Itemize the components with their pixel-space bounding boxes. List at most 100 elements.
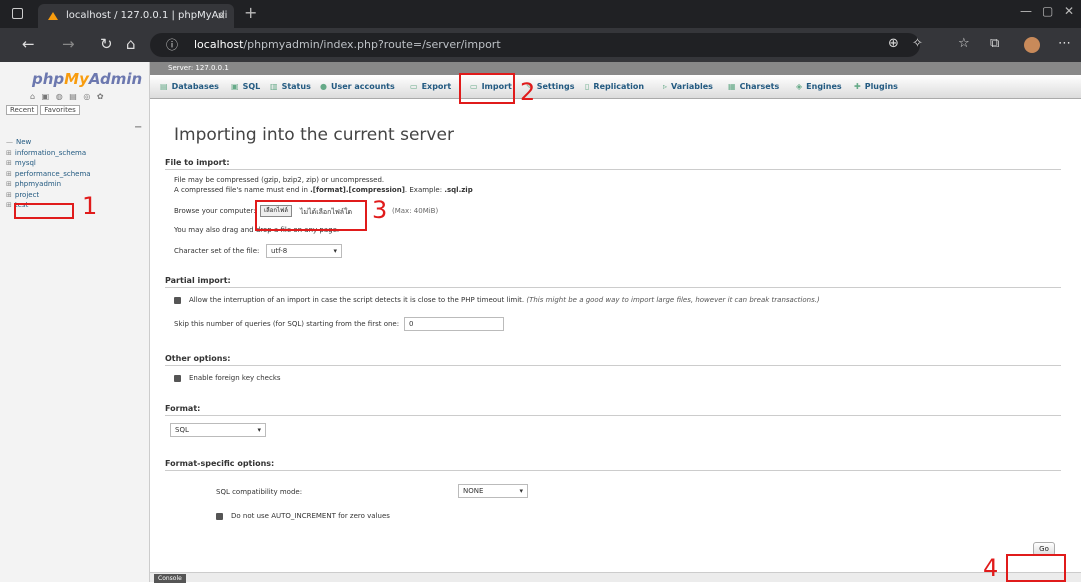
favorites-tab[interactable]: Favorites [40,105,80,115]
tab-label: Settings [536,82,575,91]
forward-icon[interactable]: → [62,35,75,53]
browser-toolbar: ← → ↻ ⌂ ⓘ localhost/phpmyadmin/index.php… [0,28,1081,62]
tab-label: Variables [671,82,713,91]
tab-user-accounts[interactable]: ● User accounts [320,75,395,99]
tab-label: Status [281,82,311,91]
annotation-number-3: 3 [372,196,388,224]
recent-tab[interactable]: Recent [6,105,39,115]
tree-item-performance-schema[interactable]: ⊞ performance_schema [6,170,91,181]
tab-close-icon[interactable]: × [217,4,226,28]
tab-replication[interactable]: ▯ Replication [585,75,644,99]
tree-expander-icon[interactable]: ⊞ [6,149,12,157]
export-icon: ▭ [410,82,418,91]
allow-interrupt-checkbox[interactable] [174,296,181,304]
nav-quick-icons[interactable]: ⌂ ▣ ◍ ▤ ◎ ✿ [30,92,106,101]
tab-actions-icon[interactable] [12,8,23,19]
annotation-number-4: 4 [983,554,999,582]
collections-icon[interactable]: ⧉ [990,36,999,51]
tree-item-project[interactable]: ⊞ project [6,191,91,202]
status-icon: ▥ [270,82,278,91]
partial-section-heading: Partial import: [165,276,1061,288]
address-bar[interactable]: ⓘ localhost/phpmyadmin/index.php?route=/… [150,33,920,57]
tree-expander-icon[interactable]: ⊞ [6,180,12,188]
tree-item-mysql[interactable]: ⊞ mysql [6,159,91,170]
format-value: SQL [175,426,189,434]
annotation-box-1 [14,203,74,219]
tree-item-label: performance_schema [14,169,91,178]
compression-note: File may be compressed (gzip, bzip2, zip… [174,176,385,184]
logo-part: My [64,70,89,88]
compat-mode-select[interactable]: NONE ▾ [458,484,528,498]
zoom-icon[interactable]: ⊕ [888,36,899,51]
favorites-icon[interactable]: ☆ [958,36,970,51]
tab-engines[interactable]: ◈ Engines [796,75,842,99]
tree-item-information-schema[interactable]: ⊞ information_schema [6,149,91,160]
minimize-icon[interactable]: — [1020,4,1032,18]
logo-part: php [32,70,65,88]
maximize-icon[interactable]: ▢ [1042,4,1053,18]
more-menu-icon[interactable]: ⋯ [1058,36,1071,51]
tree-expander-icon[interactable]: ⊞ [6,191,12,199]
format-specific-heading: Format-specific options: [165,459,1061,471]
profile-avatar[interactable] [1024,37,1040,53]
top-menu: ▤ Databases ▣ SQL ▥ Status ● User accounts ▭… [150,75,1081,99]
tree-item-new[interactable]: — New [6,138,91,149]
skip-queries-input[interactable]: 0 [404,317,504,331]
new-tab-icon[interactable]: + [244,3,257,22]
tab-databases[interactable]: ▤ Databases [160,75,219,99]
tree-expander-icon[interactable]: ⊞ [6,170,12,178]
annotation-box-3 [255,200,367,231]
format-select[interactable]: SQL ▾ [170,423,266,437]
foreign-key-checkbox[interactable] [174,374,181,382]
site-info-icon[interactable]: ⓘ [166,33,178,57]
collapse-all-icon[interactable]: − [134,122,142,133]
tab-label: Charsets [739,82,780,91]
tab-sql[interactable]: ▣ SQL [231,75,260,99]
tab-plugins[interactable]: ✚ Plugins [854,75,898,99]
annotation-box-4 [1006,554,1066,582]
chevron-down-icon: ▾ [257,426,261,434]
tree-item-label: mysql [14,159,36,167]
close-window-icon[interactable]: ✕ [1064,4,1074,18]
user-icon: ● [320,82,327,91]
back-icon[interactable]: ← [22,35,35,53]
other-options-heading: Other options: [165,354,1061,366]
databases-icon: ▤ [160,82,168,91]
auto-increment-checkbox[interactable] [216,512,223,520]
browser-tab[interactable]: localhost / 127.0.0.1 | phpMyAdi × [38,4,234,28]
tab-label: Replication [593,82,645,91]
tab-label: Engines [806,82,842,91]
auto-increment-option: Do not use AUTO_INCREMENT for zero value… [216,512,390,520]
page-title: Importing into the current server [174,125,454,146]
console-bar: Console [150,572,1081,583]
compression-format-note: A compressed file's name must end in .[f… [174,186,473,194]
tab-charsets[interactable]: ▦ Charsets [728,75,779,99]
phpmyadmin-favicon-icon [48,12,58,20]
note-text: . Example: [404,186,445,194]
tree-item-phpmyadmin[interactable]: ⊞ phpmyadmin [6,180,91,191]
phpmyadmin-logo[interactable]: phpMyAdmin [32,70,142,88]
tab-status[interactable]: ▥ Status [270,75,311,99]
reload-icon[interactable]: ↻ [100,35,113,53]
chevron-down-icon: ▾ [519,487,523,495]
charset-select[interactable]: utf-8 ▾ [266,244,342,258]
server-breadcrumb[interactable]: Server: 127.0.0.1 [150,62,1081,75]
annotation-number-2: 2 [520,78,536,106]
home-icon[interactable]: ⌂ [126,35,136,53]
tree-expander-icon[interactable]: ⊞ [6,201,12,209]
file-section-heading: File to import: [165,158,1061,170]
option-label: Allow the interruption of an import in c… [189,296,525,304]
tab-label: Plugins [864,82,898,91]
option-note: (This might be a good way to import larg… [526,296,820,304]
tab-variables[interactable]: ▹ Variables [663,75,713,99]
tab-label: Export [421,82,452,91]
tracking-icon[interactable]: ✧ [912,36,923,51]
variables-icon: ▹ [663,82,668,91]
tab-label: SQL [242,82,261,91]
annotation-box-2 [459,73,515,104]
tree-expander-icon[interactable]: ⊞ [6,159,12,167]
tree-item-label: information_schema [14,148,87,157]
database-tree: — New ⊞ information_schema ⊞ mysql ⊞ perform… [6,138,91,212]
tab-label: User accounts [330,82,395,91]
tab-export[interactable]: ▭ Export [410,75,451,99]
